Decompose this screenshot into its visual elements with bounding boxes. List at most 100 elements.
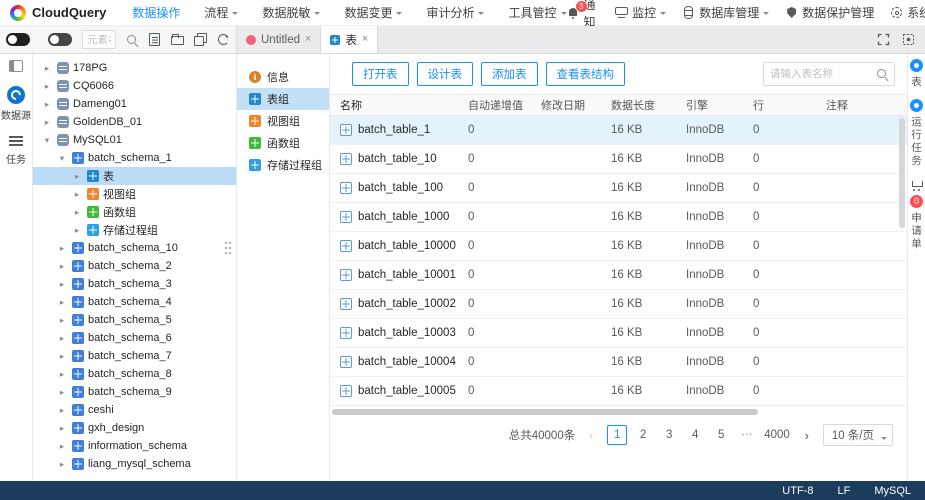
panel-resize-handle[interactable] xyxy=(225,242,233,256)
search-icon[interactable] xyxy=(876,68,888,80)
page-number-button[interactable]: 4 xyxy=(685,425,705,445)
table-row[interactable]: batch_table_10005 0 16 KB InnoDB 0 xyxy=(330,377,907,406)
tree-item[interactable]: MySQL01 xyxy=(33,131,236,149)
tree-item[interactable]: GoldenDB_01 xyxy=(33,113,236,131)
side-strip-item[interactable]: 表 xyxy=(910,59,923,89)
object-group-item[interactable]: 函数组 xyxy=(237,132,329,154)
menu-item[interactable]: 数据变更 xyxy=(344,4,402,21)
page-number-button[interactable]: 5 xyxy=(711,425,731,445)
table-row[interactable]: batch_table_10001 0 16 KB InnoDB 0 xyxy=(330,261,907,290)
column-header-comment[interactable]: 注释 xyxy=(816,97,907,113)
page-number-button[interactable]: ••• xyxy=(737,425,757,445)
tree-item[interactable]: batch_schema_3 xyxy=(33,275,236,293)
search-icon[interactable] xyxy=(126,34,138,46)
table-action-button[interactable]: 查看表结构 xyxy=(546,62,626,86)
table-row[interactable]: batch_table_10000 0 16 KB InnoDB 0 xyxy=(330,232,907,261)
page-number-button[interactable]: 3 xyxy=(659,425,679,445)
fullscreen-icon[interactable] xyxy=(877,33,890,46)
table-row[interactable]: batch_table_10002 0 16 KB InnoDB 0 xyxy=(330,290,907,319)
tree-item[interactable]: Dameng01 xyxy=(33,95,236,113)
table-row[interactable]: batch_table_100 0 16 KB InnoDB 0 xyxy=(330,174,907,203)
next-page-button[interactable] xyxy=(799,428,815,443)
close-icon[interactable] xyxy=(362,34,368,45)
open-folder-icon[interactable] xyxy=(171,33,184,46)
tree-item[interactable]: CQ6066 xyxy=(33,77,236,95)
admin-menu-item[interactable]: 数据库管理 xyxy=(682,4,769,21)
object-group-item[interactable]: 存储过程组 xyxy=(237,154,329,176)
column-header-engine[interactable]: 引擎 xyxy=(676,97,743,113)
column-header-name[interactable]: 名称 xyxy=(330,97,458,113)
tree-item[interactable]: batch_schema_4 xyxy=(33,293,236,311)
menu-item[interactable]: 数据操作 xyxy=(132,4,180,21)
tree-item[interactable]: batch_schema_9 xyxy=(33,383,236,401)
expand-arrow-icon[interactable] xyxy=(56,387,68,398)
object-group-item[interactable]: 表组 xyxy=(237,88,329,110)
screenshot-icon[interactable] xyxy=(902,33,915,46)
expand-arrow-icon[interactable] xyxy=(41,99,53,110)
expand-arrow-icon[interactable] xyxy=(56,369,68,380)
new-script-icon[interactable] xyxy=(148,33,161,46)
expand-arrow-icon[interactable] xyxy=(71,189,83,200)
page-number-button[interactable]: 2 xyxy=(633,425,653,445)
table-row[interactable]: batch_table_10003 0 16 KB InnoDB 0 xyxy=(330,319,907,348)
expand-arrow-icon[interactable] xyxy=(56,297,68,308)
status-item[interactable]: MySQL xyxy=(874,485,911,497)
tree-item[interactable]: gxh_design xyxy=(33,419,236,437)
copy-icon[interactable] xyxy=(194,33,207,46)
expand-arrow-icon[interactable] xyxy=(56,243,68,254)
page-number-button[interactable]: 4000 xyxy=(763,425,791,445)
tree-item[interactable]: 视图组 xyxy=(33,185,236,203)
expand-arrow-icon[interactable] xyxy=(56,315,68,326)
status-item[interactable]: LF xyxy=(837,485,850,497)
horizontal-scrollbar[interactable] xyxy=(332,409,758,415)
tree-item[interactable]: batch_schema_6 xyxy=(33,329,236,347)
expand-arrow-icon[interactable] xyxy=(56,423,68,434)
tree-item[interactable]: 函数组 xyxy=(33,203,236,221)
vertical-scrollbar[interactable] xyxy=(899,118,905,228)
expand-arrow-icon[interactable] xyxy=(56,405,68,416)
column-header-modified[interactable]: 修改日期 xyxy=(531,97,601,113)
prev-page-button[interactable] xyxy=(583,428,599,443)
table-action-button[interactable]: 设计表 xyxy=(417,62,474,86)
menu-item[interactable]: 工具管控 xyxy=(508,4,566,21)
activity-item[interactable]: 任务 xyxy=(1,134,31,166)
column-header-rows[interactable]: 行 xyxy=(743,97,816,113)
table-action-button[interactable]: 添加表 xyxy=(481,62,538,86)
expand-arrow-icon[interactable] xyxy=(56,153,68,164)
expand-arrow-icon[interactable] xyxy=(56,279,68,290)
page-size-select[interactable]: 10 条/页 xyxy=(823,424,893,446)
column-header-data-length[interactable]: 数据长度 xyxy=(601,97,676,113)
cloudquery-logo-icon[interactable] xyxy=(10,5,26,21)
tree-item[interactable]: information_schema xyxy=(33,437,236,455)
admin-menu-item[interactable]: 系统管理 xyxy=(890,4,925,21)
expand-arrow-icon[interactable] xyxy=(71,207,83,218)
mode-toggle[interactable] xyxy=(48,33,72,46)
expand-arrow-icon[interactable] xyxy=(71,225,83,236)
expand-arrow-icon[interactable] xyxy=(41,135,53,146)
admin-menu-item[interactable]: 数据保护管理 xyxy=(785,4,874,21)
close-icon[interactable] xyxy=(305,34,311,45)
tree-item[interactable]: ceshi xyxy=(33,401,236,419)
activity-item[interactable]: 数据源 xyxy=(1,86,31,122)
admin-menu-item[interactable]: 监控 xyxy=(615,4,666,21)
object-group-item[interactable]: 信息 xyxy=(237,66,329,88)
expand-arrow-icon[interactable] xyxy=(41,117,53,128)
object-group-item[interactable]: 视图组 xyxy=(237,110,329,132)
expand-arrow-icon[interactable] xyxy=(56,459,68,470)
tree-item[interactable]: 表 xyxy=(33,167,236,185)
side-strip-item[interactable]: 0 申请单 xyxy=(910,178,923,251)
tree-item[interactable]: batch_schema_10 xyxy=(33,239,236,257)
table-row[interactable]: batch_table_10004 0 16 KB InnoDB 0 xyxy=(330,348,907,377)
tree-item[interactable]: liang_mysql_schema xyxy=(33,455,236,473)
tree-item[interactable]: 存储过程组 xyxy=(33,221,236,239)
page-number-button[interactable]: 1 xyxy=(607,425,627,445)
editor-tab[interactable]: Untitled xyxy=(237,26,321,53)
tree-item[interactable]: 178PG xyxy=(33,59,236,77)
tree-item[interactable]: batch_schema_1 xyxy=(33,149,236,167)
editor-tab[interactable]: 表 xyxy=(321,26,378,53)
expand-arrow-icon[interactable] xyxy=(56,351,68,362)
table-row[interactable]: batch_table_1000 0 16 KB InnoDB 0 xyxy=(330,203,907,232)
collapse-panel-icon[interactable] xyxy=(9,60,23,72)
theme-toggle[interactable] xyxy=(6,33,30,46)
side-strip-item[interactable]: 运行任务 xyxy=(910,99,923,168)
